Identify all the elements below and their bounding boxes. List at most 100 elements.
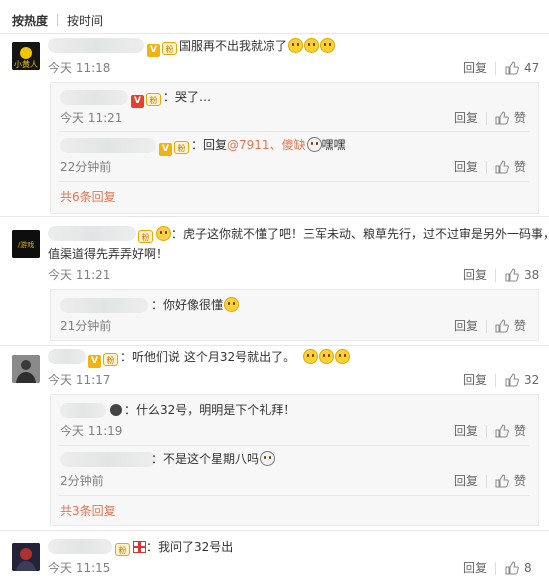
comment-body: 粉：虎子这你就不懂了吧！三军未动、粮草先行，过不过审是另外一码事，充 (138, 226, 549, 243)
reply-button[interactable]: 回复 (463, 267, 487, 283)
reply-username-redacted[interactable] (60, 90, 128, 105)
username-redacted[interactable] (48, 539, 112, 554)
like-button[interactable]: 赞 (495, 159, 526, 175)
reply-list: V 粉：哭了… 今天 11:21 回复 赞 V 粉：回复@7911、傻缺 嘿嘿 22分… (50, 82, 539, 214)
tab-time[interactable]: 按时间 (67, 12, 103, 29)
reply-body: V 粉：回复@7911、傻缺 嘿嘿 (159, 137, 346, 156)
reply-button[interactable]: 回复 (454, 423, 478, 439)
username-redacted[interactable] (48, 226, 136, 241)
smile-emoji-icon (303, 349, 319, 364)
laugh-emoji-icon (320, 38, 336, 53)
like-button[interactable]: 赞 (495, 423, 526, 439)
reply-button[interactable]: 回复 (463, 560, 487, 576)
reply-list: ：你好像很懂 21分钟前 回复 赞 (50, 289, 539, 341)
action-divider (495, 269, 496, 282)
reply-prefix: 回复 (203, 138, 228, 152)
like-button[interactable]: 赞 (495, 318, 526, 334)
like-count: 32 (524, 373, 540, 387)
sort-tabs: 按热度 按时间 (12, 10, 103, 30)
comment-text: 国服再不出我就凉了 (179, 39, 288, 53)
laugh-emoji-icon (304, 38, 320, 53)
like-button[interactable]: 赞 (495, 473, 526, 489)
avatar[interactable]: 小黄人 (12, 42, 40, 70)
verified-v-icon: V (147, 44, 160, 57)
reply-text: 不是这个星期八吗 (163, 452, 260, 466)
action-divider (486, 161, 487, 174)
svg-text:/游戏: /游戏 (18, 240, 34, 249)
reply-username-redacted[interactable] (60, 452, 156, 467)
thumbs-up-icon (505, 61, 519, 75)
thumbs-up-icon (495, 319, 509, 333)
verified-v-icon: V (159, 143, 172, 156)
avatar[interactable] (12, 355, 40, 383)
laugh-emoji-icon (288, 38, 304, 53)
reply-body: ：不是这个星期八吗 (151, 451, 276, 467)
reply-time: 21分钟前 (60, 319, 112, 333)
reply-body: ：什么32号，明明是下个礼拜！ (108, 402, 295, 418)
panda-emoji-icon (260, 451, 276, 466)
fan-medal-icon: 粉 (162, 42, 177, 55)
fan-medal-icon: 粉 (138, 230, 153, 243)
thumbs-up-icon (495, 424, 509, 438)
username-redacted[interactable] (48, 349, 86, 364)
mention-link[interactable]: @7911 (227, 138, 270, 152)
comment-time: 今天 11:15 (48, 561, 111, 575)
like-count: 47 (524, 61, 540, 75)
divider (0, 33, 549, 34)
thumbs-up-icon (495, 474, 509, 488)
divider (59, 131, 530, 132)
reply-time: 今天 11:21 (60, 111, 123, 125)
like-label: 赞 (514, 424, 527, 438)
panda-emoji-icon (306, 137, 322, 152)
comment-body: V 粉：听他们说 这个月32号就出了。 (88, 349, 351, 368)
thumbs-up-icon (505, 373, 519, 387)
fan-medal-icon: 粉 (103, 353, 118, 366)
avatar-image: 小黄人 (12, 42, 40, 70)
reply-time: 今天 11:19 (60, 424, 123, 438)
reply-button[interactable]: 回复 (454, 159, 478, 175)
reply-username-redacted[interactable] (60, 138, 156, 153)
like-count: 8 (524, 561, 532, 575)
comment-text-line2: 值渠道得先弄弄好啊！ (48, 247, 169, 261)
reply-button[interactable]: 回复 (454, 473, 478, 489)
more-replies-link[interactable]: 共3条回复 (60, 503, 116, 519)
avatar[interactable]: /游戏 (12, 230, 40, 258)
smile-emoji-icon (224, 297, 240, 312)
username-redacted[interactable] (48, 38, 144, 53)
action-divider (486, 425, 487, 438)
like-label: 赞 (514, 474, 527, 488)
avatar-image (12, 543, 40, 571)
smile-emoji-icon (319, 349, 335, 364)
reply-time: 22分钟前 (60, 160, 112, 174)
thumbs-up-icon (495, 160, 509, 174)
svg-text:小黄人: 小黄人 (14, 59, 38, 69)
reply-text: 你好像很懂 (163, 298, 224, 312)
like-count: 38 (524, 268, 540, 282)
action-divider (495, 374, 496, 387)
comment-text: 我问了32号出 (158, 540, 234, 554)
reply-time: 2分钟前 (60, 474, 104, 488)
like-button[interactable]: 38 (505, 267, 539, 283)
action-divider (495, 562, 496, 575)
tab-hot[interactable]: 按热度 (12, 12, 48, 29)
thumbs-up-icon (505, 561, 519, 575)
red-cross-flag-icon (133, 541, 146, 553)
reply-username-redacted[interactable] (60, 298, 148, 313)
mention-suffix[interactable]: 、傻缺 (270, 138, 306, 152)
like-button[interactable]: 32 (505, 372, 539, 388)
like-button[interactable]: 8 (505, 560, 532, 576)
avatar-badge-icon (110, 404, 122, 416)
verified-v-icon: V (88, 355, 101, 368)
reply-username-redacted[interactable] (60, 403, 106, 418)
avatar[interactable] (12, 543, 40, 571)
reply-button[interactable]: 回复 (454, 318, 478, 334)
reply-button[interactable]: 回复 (463, 60, 487, 76)
reply-button[interactable]: 回复 (454, 110, 478, 126)
like-button[interactable]: 47 (505, 60, 539, 76)
more-replies-link[interactable]: 共6条回复 (60, 189, 116, 205)
divider (0, 345, 549, 346)
divider (59, 181, 530, 182)
reply-button[interactable]: 回复 (463, 372, 487, 388)
verified-v-icon: V (131, 95, 144, 108)
like-button[interactable]: 赞 (495, 110, 526, 126)
